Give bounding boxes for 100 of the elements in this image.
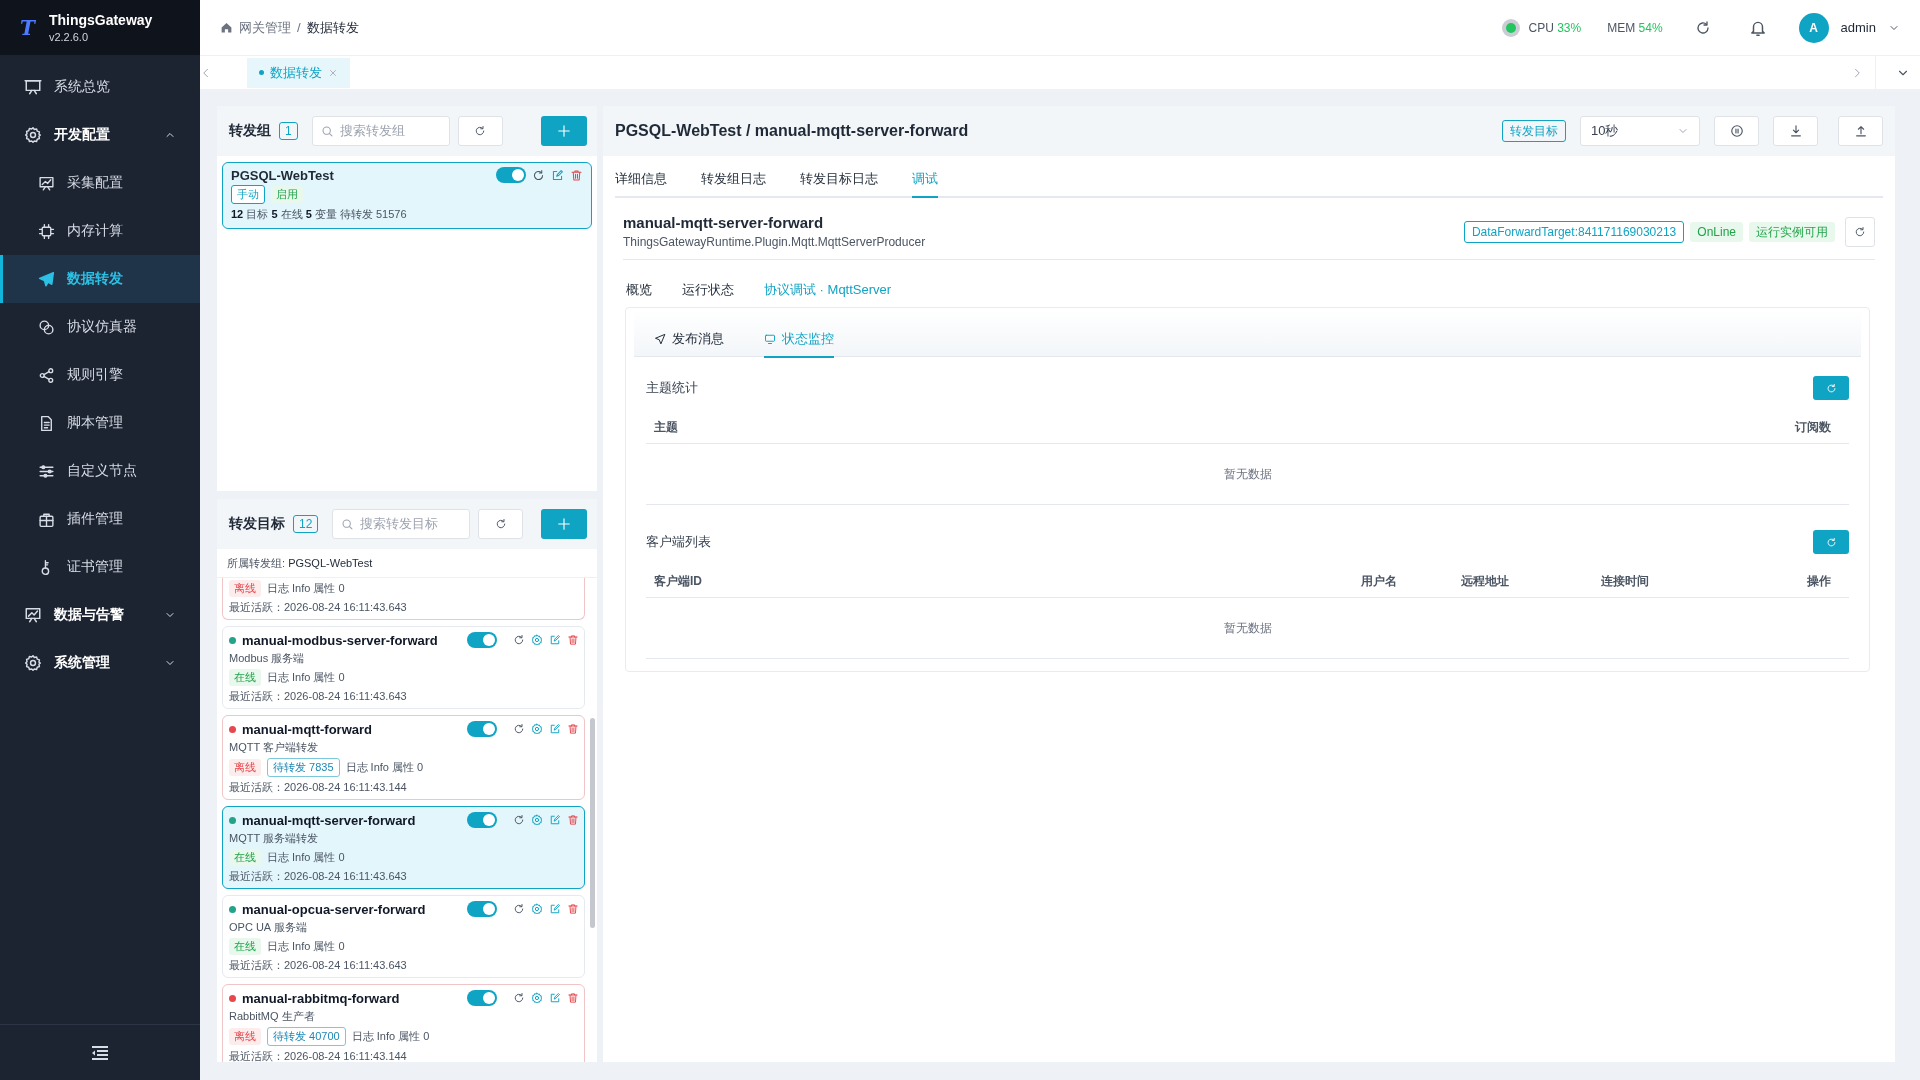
sidebar-item[interactable]: 协议仿真器 [0,303,200,351]
last-active: 最近活跃：2026-08-24 16:11:43.144 [229,780,408,795]
settings-icon [531,992,543,1004]
target-info: 日志 Info 属性 0 [351,1029,430,1044]
download-icon [1788,124,1803,138]
user-name[interactable]: admin [1840,20,1876,35]
status-tag: 离线 [229,1028,261,1045]
search-icon [341,517,355,531]
collapse-menu-icon[interactable] [92,1045,108,1060]
group-tag: 启用 [271,186,303,203]
refresh-button[interactable] [1813,376,1849,400]
download-button[interactable] [1773,116,1818,146]
sidebar-group[interactable]: 数据与告警 [0,591,200,639]
column-header: 客户端ID [654,572,703,590]
breadcrumb-item[interactable]: 网关管理 [239,18,291,37]
detail-tab[interactable]: 详细信息 [615,170,667,198]
target-card[interactable]: 离线 日志 Info 属性 0 最近活跃：2026-08-24 16:11:43.643 [222,578,585,620]
target-info: 日志 Info 属性 0 [267,850,345,865]
group-tag: 手动 [231,185,265,204]
group-card[interactable]: PGSQL-WebTest 手动 启用 12 目标 5 在线 5 变量 待转发 51576 [222,162,592,229]
target-name: manual-opcua-server-forward [242,901,427,917]
target-info: 日志 Info 属性 0 [267,939,345,954]
inner-tab[interactable]: 发布消息 [654,330,724,358]
sidebar-item[interactable]: 采集配置 [0,159,200,207]
edit-icon [549,814,561,826]
status-badge: 运行实例可用 [1749,221,1835,242]
home-icon [220,21,233,34]
sidebar-item[interactable]: 数据转发 [0,255,200,303]
last-active: 最近活跃：2026-08-24 16:11:43.643 [229,689,408,704]
settings-icon [531,634,543,646]
detail-title: PGSQL-WebTest / manual-mqtt-server-forward [615,122,970,140]
refresh-button[interactable] [457,116,503,146]
sidebar-item[interactable]: 证书管理 [0,543,200,591]
status-dot [1506,22,1517,33]
sidebar-item[interactable]: 脚本管理 [0,399,200,447]
scrollbar[interactable] [590,718,595,928]
refresh-icon [513,992,525,1004]
sidebar-item[interactable]: 内存计算 [0,207,200,255]
column-header: 操作 [1806,572,1832,590]
target-card[interactable]: manual-mqtt-forward MQTT 客户端转发 离线 待转发 7835 日志 Info 属性 0 最近活跃：2026-08-24 16:11:43.144 [222,715,585,800]
toggle-switch[interactable] [467,721,497,737]
pending-tag: 待转发 7835 [267,758,340,777]
target-card[interactable]: manual-opcua-server-forward OPC UA 服务端 在线 日志 Info 属性 0 最近活跃：2026-08-24 16:11:43.643 [222,895,585,978]
target-card[interactable]: manual-modbus-server-forward Modbus 服务端 在线 日志 Info 属性 0 最近活跃：2026-08-24 16:11:43.643 [222,626,585,709]
add-button[interactable] [541,509,587,539]
upload-button[interactable] [1838,116,1883,146]
target-description: RabbitMQ 生产者 [229,1009,316,1024]
monitor-icon [764,333,776,345]
trash-icon [567,634,579,646]
toggle-switch[interactable] [467,901,497,917]
document-icon [38,414,55,432]
toggle-switch[interactable] [467,990,497,1006]
add-button[interactable] [541,116,587,146]
target-name: manual-mqtt-forward [242,721,373,737]
settings-icon [531,903,543,915]
interval-select[interactable]: 10秒 [1580,116,1700,146]
sub-tab[interactable]: 运行状态 [682,281,734,309]
search-icon [320,124,334,138]
plugin-type: ThingsGatewayRuntime.Plugin.Mqtt.MqttServerProducer [623,235,927,249]
status-tag: 在线 [229,669,261,686]
sidebar-group[interactable]: 系统管理 [0,639,200,687]
sidebar-item[interactable]: 自定义节点 [0,447,200,495]
toggle-switch[interactable] [467,812,497,828]
app-version: v2.2.6.0 [48,31,90,43]
detail-tab[interactable]: 转发目标日志 [800,170,878,198]
paper-plane-icon [38,270,55,288]
refresh-icon [474,125,487,137]
edit-icon [549,634,561,646]
plus-icon [557,124,571,138]
sidebar-item[interactable]: 规则引擎 [0,351,200,399]
refresh-icon [532,168,545,182]
trash-icon [567,723,579,735]
detail-tab[interactable]: 转发组日志 [701,170,766,198]
count-badge: 12 [293,515,319,533]
presentation-board-icon [24,78,42,96]
sidebar-item[interactable]: 系统总览 [0,63,200,111]
target-tag: 转发目标 [1502,120,1566,142]
sidebar-group[interactable]: 开发配置 [0,111,200,159]
toggle-switch[interactable] [496,167,526,183]
refresh-button[interactable] [1813,530,1849,554]
toggle-switch[interactable] [467,632,497,648]
pause-button[interactable] [1714,116,1759,146]
target-description: MQTT 客户端转发 [229,740,319,755]
trash-icon [567,992,579,1004]
column-header: 用户名 [1361,572,1398,590]
refresh-button[interactable] [478,509,524,539]
app-logo: T [20,15,35,40]
chip-icon [38,222,55,240]
sidebar-item[interactable]: 插件管理 [0,495,200,543]
empty-message: 暂无数据 [1223,619,1272,637]
target-card[interactable]: manual-mqtt-server-forward MQTT 服务端转发 在线 日志 Info 属性 0 最近活跃：2026-08-24 16:11:43.643 [222,806,585,889]
sub-tab[interactable]: 概览 [626,281,652,309]
trash-icon [567,903,579,915]
panel-title: 转发目标 [229,515,285,533]
status-tag: 在线 [229,938,261,955]
chart-board-icon [24,606,42,624]
edit-icon [549,903,561,915]
refresh-button[interactable] [1845,216,1875,247]
target-card[interactable]: manual-rabbitmq-forward RabbitMQ 生产者 离线 待转发 40700 日志 Info 属性 0 最近活跃：2026-08-24 16:11:43.144 [222,984,585,1062]
cpu-usage: CPU 33% [1528,20,1582,35]
